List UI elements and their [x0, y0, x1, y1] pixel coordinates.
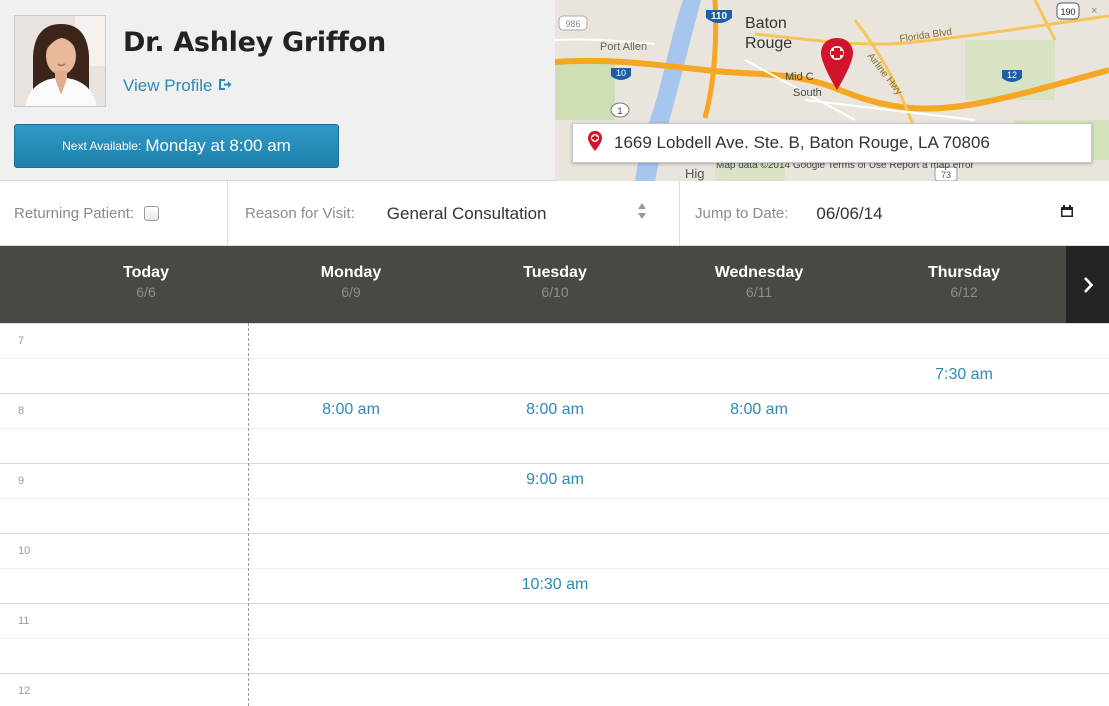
appointment-slot[interactable]: 8:00 am — [455, 401, 655, 419]
half-hour-line — [0, 428, 1109, 429]
day-column-tuesday: Tuesday 6/10 — [455, 264, 655, 300]
hour-line — [0, 323, 1109, 324]
day-column-monday: Monday 6/9 — [251, 264, 451, 300]
svg-text:Baton: Baton — [745, 15, 787, 32]
svg-text:Mid C: Mid C — [785, 71, 814, 83]
hour-label: 7 — [18, 335, 25, 347]
day-name: Thursday — [927, 264, 1000, 281]
view-profile-label: View Profile — [123, 76, 213, 95]
filter-divider — [679, 181, 680, 246]
next-available-button[interactable]: Next Available: Monday at 8:00 am — [14, 124, 339, 168]
svg-text:73: 73 — [941, 170, 951, 180]
chevron-right-icon — [1083, 276, 1093, 293]
svg-text:South: South — [793, 87, 822, 99]
day-name: Tuesday — [523, 264, 587, 281]
day-date: 6/10 — [541, 284, 569, 300]
filter-bar: Returning Patient: Reason for Visit: Gen… — [0, 181, 1109, 246]
svg-text:10: 10 — [616, 68, 626, 78]
returning-patient-label: Returning Patient: — [14, 205, 135, 222]
hour-line — [0, 533, 1109, 534]
appointment-slot[interactable]: 7:30 am — [864, 366, 1064, 384]
jump-to-date-input[interactable]: 06/06/14 — [816, 204, 882, 224]
hour-label: 10 — [18, 545, 31, 557]
day-date: 6/12 — [950, 284, 978, 300]
day-header: Today 6/6 Monday 6/9 Tuesday 6/10 Wednes… — [0, 246, 1109, 323]
route-986-shield: 986 — [558, 15, 588, 31]
half-hour-line — [0, 358, 1109, 359]
half-hour-line — [0, 638, 1109, 639]
day-column-today: Today 6/6 — [46, 264, 246, 300]
svg-text:986: 986 — [565, 19, 580, 29]
day-date: 6/9 — [341, 284, 361, 300]
doctor-avatar — [14, 15, 106, 107]
day-name: Monday — [320, 264, 382, 281]
calendar-icon[interactable] — [1060, 204, 1074, 223]
half-hour-line — [0, 498, 1109, 499]
day-name: Wednesday — [714, 264, 804, 281]
day-date: 6/6 — [136, 284, 156, 300]
doctor-name: Dr. Ashley Griffon — [123, 27, 386, 58]
hour-line — [0, 393, 1109, 394]
svg-text:12: 12 — [1007, 70, 1017, 80]
external-link-icon — [218, 76, 232, 96]
svg-text:190: 190 — [1060, 7, 1075, 17]
day-name: Today — [123, 264, 169, 281]
route-1-shield: 1 — [610, 102, 630, 118]
day-column-wednesday: Wednesday 6/11 — [659, 264, 859, 300]
hour-label: 11 — [18, 615, 30, 627]
appointment-slot[interactable]: 8:00 am — [251, 401, 451, 419]
route-190-shield: 190 — [1056, 2, 1080, 20]
svg-text:1: 1 — [617, 106, 622, 116]
svg-text:110: 110 — [711, 11, 728, 22]
returning-patient-checkbox[interactable] — [144, 206, 160, 221]
hour-label: 8 — [18, 405, 25, 417]
next-week-button[interactable] — [1066, 246, 1109, 323]
today-divider — [248, 323, 249, 706]
next-available-label: Next Available: — [62, 139, 142, 153]
svg-text:Hig: Hig — [685, 166, 705, 181]
svg-text:Port Allen: Port Allen — [600, 41, 647, 53]
appointment-slot[interactable]: 8:00 am — [659, 401, 859, 419]
jump-to-date-label: Jump to Date: — [695, 205, 789, 222]
day-date: 6/11 — [745, 284, 773, 300]
appointment-slot[interactable]: 10:30 am — [455, 576, 655, 594]
hour-line — [0, 673, 1109, 674]
hour-line — [0, 463, 1109, 464]
filter-divider — [227, 181, 228, 246]
hour-line — [0, 603, 1109, 604]
address-box: 1669 Lobdell Ave. Ste. B, Baton Rouge, L… — [572, 123, 1092, 163]
svg-text:×: × — [1091, 5, 1097, 17]
returning-patient-field: Returning Patient: — [14, 181, 160, 246]
jump-to-date-field: Jump to Date: 06/06/14 — [695, 181, 1080, 246]
reason-select[interactable]: General Consultation — [387, 204, 547, 224]
schedule-grid: 7 8 9 10 11 12 7:30 am 8:00 am 8:00 am 8:00… — [0, 323, 1109, 706]
half-hour-line — [0, 568, 1109, 569]
day-column-thursday: Thursday 6/12 — [864, 264, 1064, 300]
svg-text:Rouge: Rouge — [745, 35, 792, 52]
next-available-value: Monday at 8:00 am — [145, 136, 291, 155]
select-arrows-icon[interactable] — [637, 202, 647, 225]
hour-label: 12 — [18, 685, 31, 697]
map-pin-icon — [588, 130, 602, 156]
address-text: 1669 Lobdell Ave. Ste. B, Baton Rouge, L… — [614, 133, 990, 152]
view-profile-link[interactable]: View Profile — [123, 76, 232, 96]
hour-label: 9 — [18, 475, 25, 487]
appointment-slot[interactable]: 9:00 am — [455, 471, 655, 489]
reason-label: Reason for Visit: — [245, 205, 355, 222]
reason-for-visit-field: Reason for Visit: General Consultation — [245, 181, 655, 246]
